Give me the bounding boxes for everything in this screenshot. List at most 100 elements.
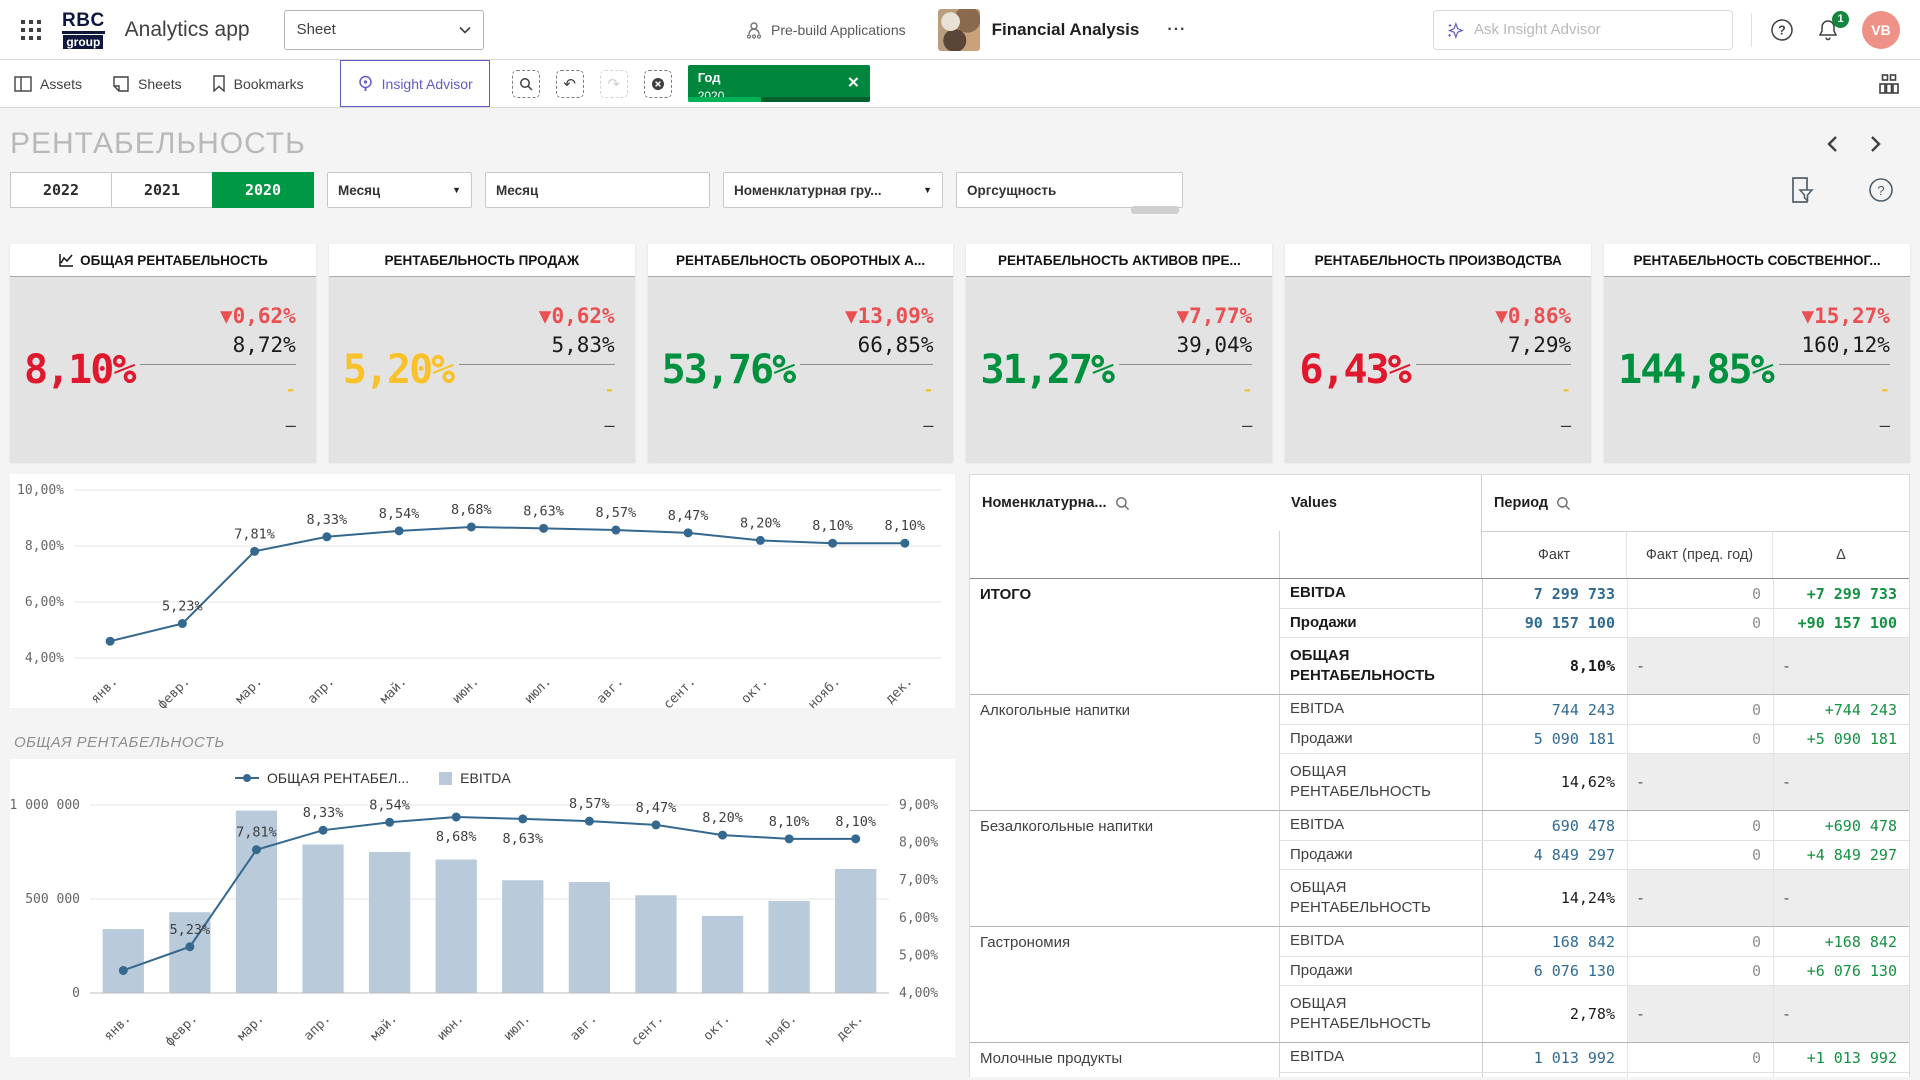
group-name[interactable]: ИТОГО bbox=[970, 579, 1279, 694]
export-filter-button[interactable] bbox=[1790, 176, 1816, 204]
toolbar-right bbox=[1878, 60, 1900, 107]
search-icon bbox=[519, 77, 533, 91]
group-name[interactable]: Молочные продукты bbox=[970, 1043, 1279, 1077]
insight-advisor-button[interactable]: Insight Advisor bbox=[340, 60, 490, 107]
cell-metric: EBITDA bbox=[1280, 695, 1482, 724]
group-name[interactable]: Алкогольные напитки bbox=[970, 695, 1279, 810]
header-delta[interactable]: Δ bbox=[1772, 531, 1909, 578]
sheet-help-button[interactable]: ? bbox=[1868, 177, 1894, 203]
cell-delta: +5 090 181 bbox=[1773, 725, 1909, 753]
kpi-card-5[interactable]: РЕНТАБЕЛЬНОСТЬ ПРОИЗВОДСТВА6,43%▼0,86%7,… bbox=[1285, 244, 1591, 462]
kpi-plan-delta: - bbox=[286, 380, 296, 400]
legend-item-line[interactable]: ОБЩАЯ РЕНТАБЕЛ... bbox=[235, 770, 409, 786]
chip-close-icon[interactable]: ✕ bbox=[847, 73, 860, 91]
cell-metric: ОБЩАЯ РЕНТАБЕЛЬНОСТЬ bbox=[1280, 638, 1482, 694]
next-sheet-button[interactable] bbox=[1869, 135, 1882, 153]
profitability-line-chart[interactable]: 4,00%6,00%8,00%10,00%янв.февр.мар.апр.ма… bbox=[10, 474, 955, 708]
kpi-value: 5,20% bbox=[343, 347, 453, 393]
year-button-2020[interactable]: 2020 bbox=[212, 172, 314, 208]
app-launcher-icon[interactable] bbox=[20, 19, 42, 41]
cell-metric: ОБЩАЯ РЕНТАБЕЛЬНОСТЬ bbox=[1280, 870, 1482, 926]
insight-advisor-search[interactable] bbox=[1433, 10, 1733, 50]
svg-text:8,33%: 8,33% bbox=[307, 512, 348, 528]
table-row[interactable]: Продажи10 085 0070+10 085 007 bbox=[1280, 1072, 1909, 1077]
year-button-2022[interactable]: 2022 bbox=[10, 172, 112, 208]
group-name[interactable]: Безалкогольные напитки bbox=[970, 811, 1279, 926]
kpi-delta-vs-prev-year: ▼0,86% bbox=[1495, 304, 1571, 328]
svg-text:8,00%: 8,00% bbox=[25, 539, 64, 554]
legend-item-bar[interactable]: EBITDA bbox=[439, 770, 511, 786]
search-icon[interactable] bbox=[1556, 496, 1571, 511]
grid-view-icon bbox=[1878, 73, 1900, 95]
table-row[interactable]: EBITDA744 2430+744 243 bbox=[1280, 695, 1909, 724]
kpi-title: РЕНТАБЕЛЬНОСТЬ ПРОДАЖ bbox=[384, 253, 579, 268]
cell-fact-prev-year: 0 bbox=[1627, 609, 1773, 637]
header-nomenclature-label: Номенклатурна... bbox=[982, 495, 1107, 511]
header-fact[interactable]: Факт bbox=[1481, 531, 1626, 578]
undo-icon: ↶ bbox=[563, 75, 576, 93]
more-menu-button[interactable]: ··· bbox=[1167, 21, 1186, 39]
table-row[interactable]: Продажи90 157 1000+90 157 100 bbox=[1280, 608, 1909, 637]
sheet-area: РЕНТАБЕЛЬНОСТЬ 202220212020 Месяц ▼ Меся… bbox=[0, 120, 1920, 1077]
legend-bar-label: EBITDA bbox=[460, 770, 511, 786]
kpi-card-2[interactable]: РЕНТАБЕЛЬНОСТЬ ПРОДАЖ5,20%▼0,62%5,83%-– bbox=[329, 244, 635, 462]
kpi-card-body: 31,27%▼7,77%39,04%-– bbox=[966, 277, 1272, 462]
user-avatar[interactable]: VB bbox=[1862, 11, 1900, 49]
nomenclature-dropdown[interactable]: Номенклатурная гру... ▼ bbox=[723, 172, 943, 208]
pivot-table[interactable]: Номенклатурна... Values Период bbox=[969, 474, 1910, 1077]
table-row[interactable]: ОБЩАЯ РЕНТАБЕЛЬНОСТЬ14,24%-- bbox=[1280, 869, 1909, 926]
clear-selections-button[interactable] bbox=[644, 70, 672, 98]
table-row[interactable]: EBITDA168 8420+168 842 bbox=[1280, 927, 1909, 956]
step-back-button[interactable]: ↶ bbox=[556, 70, 584, 98]
table-row[interactable]: ОБЩАЯ РЕНТАБЕЛЬНОСТЬ2,78%-- bbox=[1280, 985, 1909, 1042]
kpi-card-6[interactable]: РЕНТАБЕЛЬНОСТЬ СОБСТВЕННОГ...144,85%▼15,… bbox=[1604, 244, 1910, 462]
table-row[interactable]: ОБЩАЯ РЕНТАБЕЛЬНОСТЬ14,62%-- bbox=[1280, 753, 1909, 810]
title-row: РЕНТАБЕЛЬНОСТЬ bbox=[10, 120, 1910, 168]
kpi-card-1[interactable]: ОБЩАЯ РЕНТАБЕЛЬНОСТЬ8,10%▼0,62%8,72%-– bbox=[10, 244, 316, 462]
sheet-selector-dropdown[interactable]: Sheet bbox=[284, 10, 484, 50]
month-dropdown[interactable]: Месяц ▼ bbox=[327, 172, 472, 208]
assets-button[interactable]: Assets bbox=[14, 60, 82, 107]
year-button-2021[interactable]: 2021 bbox=[111, 172, 213, 208]
prebuild-applications-link[interactable]: Pre-build Applications bbox=[745, 21, 906, 39]
table-row[interactable]: Продажи6 076 1300+6 076 130 bbox=[1280, 956, 1909, 985]
notifications-button[interactable]: 1 bbox=[1816, 18, 1840, 42]
table-row[interactable]: Продажи5 090 1810+5 090 181 bbox=[1280, 724, 1909, 753]
help-button[interactable]: ? bbox=[1770, 18, 1794, 42]
table-row[interactable]: Продажи4 849 2970+4 849 297 bbox=[1280, 840, 1909, 869]
group-name[interactable]: Гастрономия bbox=[970, 927, 1279, 1042]
table-row[interactable]: EBITDA690 4780+690 478 bbox=[1280, 811, 1909, 840]
kpi-card-4[interactable]: РЕНТАБЕЛЬНОСТЬ АКТИВОВ ПРЕ...31,27%▼7,77… bbox=[966, 244, 1272, 462]
table-row[interactable]: EBITDA7 299 7330+7 299 733 bbox=[1280, 579, 1909, 608]
org-listbox[interactable]: Оргсущность bbox=[956, 172, 1183, 208]
previous-sheet-button[interactable] bbox=[1826, 135, 1839, 153]
bookmarks-button[interactable]: Bookmarks bbox=[212, 60, 304, 107]
header-period[interactable]: Период bbox=[1481, 475, 1909, 531]
header-values[interactable]: Values bbox=[1279, 475, 1481, 531]
header-fact-prev-year[interactable]: Факт (пред. год) bbox=[1626, 531, 1772, 578]
month-listbox[interactable]: Месяц bbox=[485, 172, 710, 208]
svg-text:8,54%: 8,54% bbox=[379, 506, 420, 522]
svg-text:10,00%: 10,00% bbox=[17, 483, 64, 498]
sheet-overview-button[interactable] bbox=[1878, 73, 1900, 95]
kpi-value: 6,43% bbox=[1299, 347, 1409, 393]
svg-text:8,68%: 8,68% bbox=[436, 829, 477, 845]
svg-text:июл.: июл. bbox=[501, 1011, 534, 1044]
selection-chip-year[interactable]: Год 2020 ✕ bbox=[688, 65, 870, 102]
kpi-prev-year-value: 66,85% bbox=[858, 333, 934, 357]
step-forward-button[interactable]: ↷ bbox=[600, 70, 628, 98]
smart-search-button[interactable] bbox=[512, 70, 540, 98]
current-app-name: Financial Analysis bbox=[992, 20, 1140, 40]
kpi-plan-delta: - bbox=[1880, 380, 1890, 400]
kpi-card-3[interactable]: РЕНТАБЕЛЬНОСТЬ ОБОРОТНЫХ А...53,76%▼13,0… bbox=[648, 244, 954, 462]
profitability-combo-chart[interactable]: ОБЩАЯ РЕНТАБЕЛ... EBITDA 0500 0001 000 0… bbox=[10, 759, 955, 1057]
table-row[interactable]: ОБЩАЯ РЕНТАБЕЛЬНОСТЬ8,10%-- bbox=[1280, 637, 1909, 694]
header-nomenclature[interactable]: Номенклатурна... bbox=[970, 475, 1279, 531]
kpi-divider bbox=[140, 364, 295, 365]
sheets-button[interactable]: Sheets bbox=[112, 60, 182, 107]
cell-delta: +10 085 007 bbox=[1773, 1073, 1909, 1077]
table-row[interactable]: EBITDA1 013 9920+1 013 992 bbox=[1280, 1043, 1909, 1072]
kpi-card-header: ОБЩАЯ РЕНТАБЕЛЬНОСТЬ bbox=[10, 244, 316, 277]
search-icon[interactable] bbox=[1115, 496, 1130, 511]
ask-insight-advisor-input[interactable] bbox=[1474, 21, 1720, 38]
